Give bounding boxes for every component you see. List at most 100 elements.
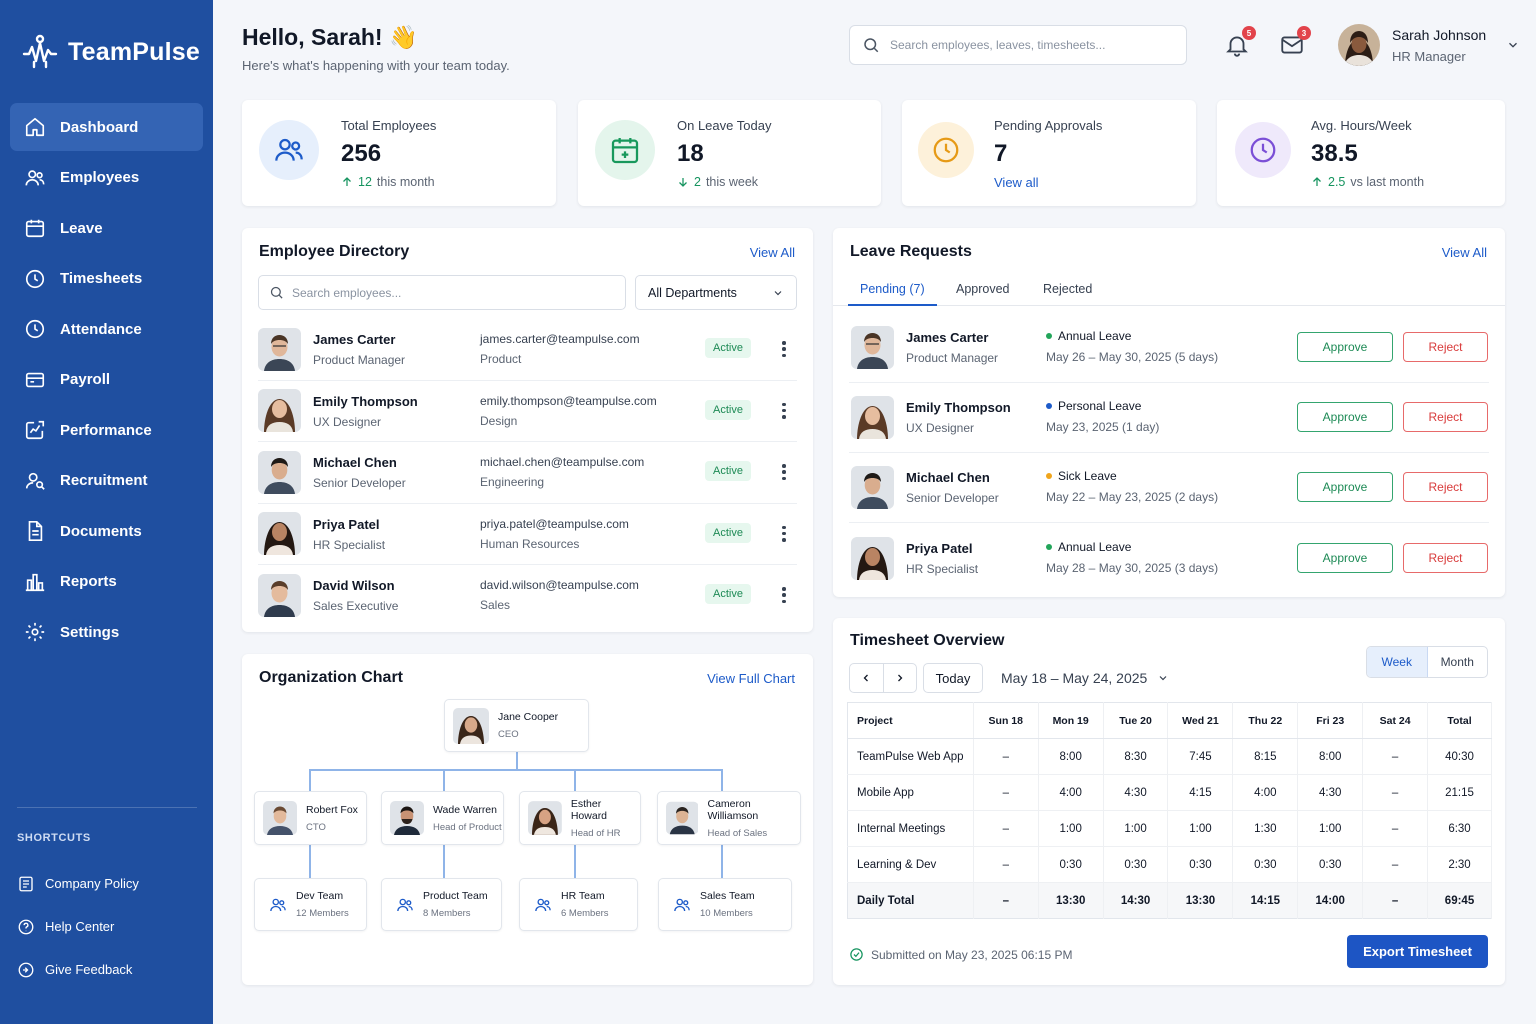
reject-button[interactable]: Reject bbox=[1403, 472, 1488, 502]
org-node-lead[interactable]: Esther Howard Head of HR bbox=[519, 791, 641, 845]
org-node-team[interactable]: Product Team 8 Members bbox=[381, 878, 502, 931]
brand-logo[interactable]: TeamPulse bbox=[22, 34, 200, 70]
leave-type: Annual Leave bbox=[1046, 540, 1131, 554]
tab-approved[interactable]: Approved bbox=[956, 282, 1010, 304]
clock-icon bbox=[25, 269, 45, 288]
tab-pending[interactable]: Pending (7) bbox=[848, 282, 937, 306]
hours-cell: – bbox=[1362, 846, 1429, 883]
row-more-menu-icon[interactable] bbox=[776, 585, 792, 605]
org-connector bbox=[309, 769, 311, 791]
row-more-menu-icon[interactable] bbox=[776, 462, 792, 482]
org-node-name: Robert Fox bbox=[306, 803, 358, 816]
today-button[interactable]: Today bbox=[923, 663, 983, 693]
reject-button[interactable]: Reject bbox=[1403, 543, 1488, 573]
sidebar-item-recruitment[interactable]: Recruitment bbox=[10, 457, 203, 505]
employee-name[interactable]: Emily Thompson bbox=[313, 394, 418, 409]
directory-search[interactable] bbox=[258, 275, 626, 310]
employee-email[interactable]: david.wilson@teampulse.com bbox=[480, 578, 639, 592]
employee-name[interactable]: Michael Chen bbox=[313, 455, 406, 470]
row-more-menu-icon[interactable] bbox=[776, 401, 792, 421]
notifications-button[interactable]: 5 bbox=[1224, 26, 1256, 58]
row-more-menu-icon[interactable] bbox=[776, 524, 792, 544]
view-all-approvals-link[interactable]: View all bbox=[994, 175, 1102, 190]
table-row[interactable]: Michael Chen Senior Developer michael.ch… bbox=[258, 442, 797, 504]
directory-view-all-link[interactable]: View All bbox=[750, 245, 795, 260]
shortcuts-title: SHORTCUTS bbox=[17, 832, 91, 844]
sidebar-item-timesheets[interactable]: Timesheets bbox=[10, 255, 203, 303]
shortcut-help-center[interactable]: Help Center bbox=[17, 905, 207, 948]
global-search-input[interactable] bbox=[890, 38, 1170, 52]
messages-button[interactable]: 3 bbox=[1279, 26, 1311, 58]
approve-button[interactable]: Approve bbox=[1297, 402, 1393, 432]
sidebar-item-settings[interactable]: Settings bbox=[10, 608, 203, 656]
org-node-lead[interactable]: Robert Fox CTO bbox=[254, 791, 367, 845]
org-node-team[interactable]: Dev Team 12 Members bbox=[254, 878, 367, 931]
view-month-button[interactable]: Month bbox=[1428, 647, 1488, 677]
view-toggle: Week Month bbox=[1366, 646, 1488, 678]
tab-rejected[interactable]: Rejected bbox=[1043, 282, 1092, 304]
department-filter-select[interactable]: All Departments bbox=[635, 275, 797, 310]
team-icon bbox=[674, 898, 690, 911]
avatar bbox=[851, 326, 894, 369]
approve-button[interactable]: Approve bbox=[1297, 472, 1393, 502]
sidebar-item-leave[interactable]: Leave bbox=[10, 204, 203, 252]
leave-type-label: Personal Leave bbox=[1058, 399, 1142, 413]
row-more-menu-icon[interactable] bbox=[776, 339, 792, 359]
org-node-lead[interactable]: Cameron Williamson Head of Sales bbox=[657, 791, 801, 845]
org-node-text: Wade Warren Head of Product bbox=[433, 804, 502, 833]
org-node-team[interactable]: HR Team 6 Members bbox=[519, 878, 638, 931]
org-node-lead[interactable]: Wade Warren Head of Product bbox=[381, 791, 504, 845]
employee-list: James Carter Product Manager james.carte… bbox=[258, 319, 797, 627]
employee-name[interactable]: David Wilson bbox=[313, 578, 398, 593]
approve-button[interactable]: Approve bbox=[1297, 543, 1393, 573]
feedback-icon bbox=[18, 962, 34, 977]
stat-delta-text: this month bbox=[376, 175, 435, 189]
global-search[interactable] bbox=[849, 25, 1187, 65]
sidebar-item-attendance[interactable]: Attendance bbox=[10, 305, 203, 353]
employee-name[interactable]: Priya Patel bbox=[313, 517, 385, 532]
org-node-ceo[interactable]: Jane Cooper CEO bbox=[444, 699, 589, 752]
stat-card-total-employees: Total Employees 256 12 this month bbox=[242, 100, 556, 206]
next-period-button[interactable] bbox=[884, 664, 917, 692]
sidebar-item-reports[interactable]: Reports bbox=[10, 558, 203, 606]
requester-block: Priya Patel HR Specialist bbox=[906, 541, 978, 576]
employee-email[interactable]: michael.chen@teampulse.com bbox=[480, 455, 644, 469]
reject-button[interactable]: Reject bbox=[1403, 402, 1488, 432]
shortcut-label: Help Center bbox=[45, 919, 115, 934]
directory-search-input[interactable] bbox=[292, 285, 612, 300]
table-row[interactable]: Priya Patel HR Specialist priya.patel@te… bbox=[258, 504, 797, 565]
sidebar-item-payroll[interactable]: Payroll bbox=[10, 356, 203, 404]
org-node-text: Sales Team 10 Members bbox=[700, 890, 755, 919]
leave-view-all-link[interactable]: View All bbox=[1442, 245, 1487, 260]
stat-text: Pending Approvals 7 View all bbox=[994, 118, 1102, 190]
stat-delta-value: 2 bbox=[694, 175, 701, 189]
shortcut-give-feedback[interactable]: Give Feedback bbox=[17, 948, 207, 991]
clock-icon bbox=[933, 137, 959, 163]
table-row[interactable]: Emily Thompson UX Designer emily.thompso… bbox=[258, 381, 797, 442]
org-node-team[interactable]: Sales Team 10 Members bbox=[658, 878, 792, 931]
view-full-chart-link[interactable]: View Full Chart bbox=[707, 671, 795, 686]
sidebar-item-performance[interactable]: Performance bbox=[10, 406, 203, 454]
table-row[interactable]: James Carter Product Manager james.carte… bbox=[258, 319, 797, 381]
sidebar-item-documents[interactable]: Documents bbox=[10, 507, 203, 555]
employee-email[interactable]: james.carter@teampulse.com bbox=[480, 332, 640, 346]
user-profile-menu[interactable]: Sarah Johnson HR Manager bbox=[1338, 24, 1520, 66]
employee-email[interactable]: emily.thompson@teampulse.com bbox=[480, 394, 657, 408]
approve-button[interactable]: Approve bbox=[1297, 332, 1393, 362]
column-header: Wed 21 bbox=[1167, 702, 1234, 739]
export-timesheet-button[interactable]: Export Timesheet bbox=[1347, 935, 1488, 968]
shortcut-company-policy[interactable]: Company Policy bbox=[17, 862, 207, 905]
prev-period-button[interactable] bbox=[850, 664, 884, 692]
employee-name[interactable]: James Carter bbox=[313, 332, 405, 347]
date-range-picker[interactable]: May 18 – May 24, 2025 bbox=[1001, 670, 1169, 686]
view-week-button[interactable]: Week bbox=[1367, 647, 1428, 677]
employee-email[interactable]: priya.patel@teampulse.com bbox=[480, 517, 629, 531]
org-node-role: Head of HR bbox=[570, 827, 621, 839]
stat-delta-text: this week bbox=[705, 175, 759, 189]
sidebar-item-label: Dashboard bbox=[60, 118, 139, 136]
requester-block: Emily Thompson UX Designer bbox=[906, 400, 1011, 435]
sidebar-item-employees[interactable]: Employees bbox=[10, 154, 203, 202]
sidebar-item-dashboard[interactable]: Dashboard bbox=[10, 103, 203, 151]
reject-button[interactable]: Reject bbox=[1403, 332, 1488, 362]
table-row[interactable]: David Wilson Sales Executive david.wilso… bbox=[258, 565, 797, 627]
